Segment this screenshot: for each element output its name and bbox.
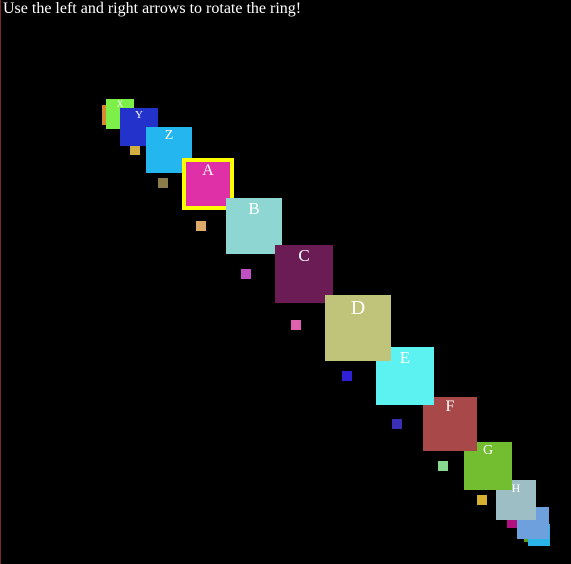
- ring-marker: [392, 419, 402, 429]
- ring-marker: [196, 221, 206, 231]
- ring-marker: [158, 178, 168, 188]
- ring-marker: [477, 495, 487, 505]
- ring-card-label: Z: [164, 128, 174, 143]
- ring-card-b[interactable]: B: [226, 198, 282, 254]
- ring-card-label: D: [350, 297, 366, 319]
- ring-card-f[interactable]: F: [423, 397, 477, 451]
- game-canvas[interactable]: Use the left and right arrows to rotate …: [0, 0, 571, 564]
- ring-card-d[interactable]: D: [325, 295, 391, 361]
- ring-card-label: Y: [135, 109, 143, 121]
- ring-marker: [342, 371, 352, 381]
- ring-card-label: A: [202, 162, 214, 179]
- ring-card-label: B: [248, 199, 260, 218]
- ring-marker: [438, 461, 448, 471]
- ring-card-label: C: [298, 246, 310, 265]
- ring-marker: [241, 269, 251, 279]
- ring-marker: [130, 145, 140, 155]
- ring-marker: [291, 320, 301, 330]
- instructions-text: Use the left and right arrows to rotate …: [3, 0, 302, 17]
